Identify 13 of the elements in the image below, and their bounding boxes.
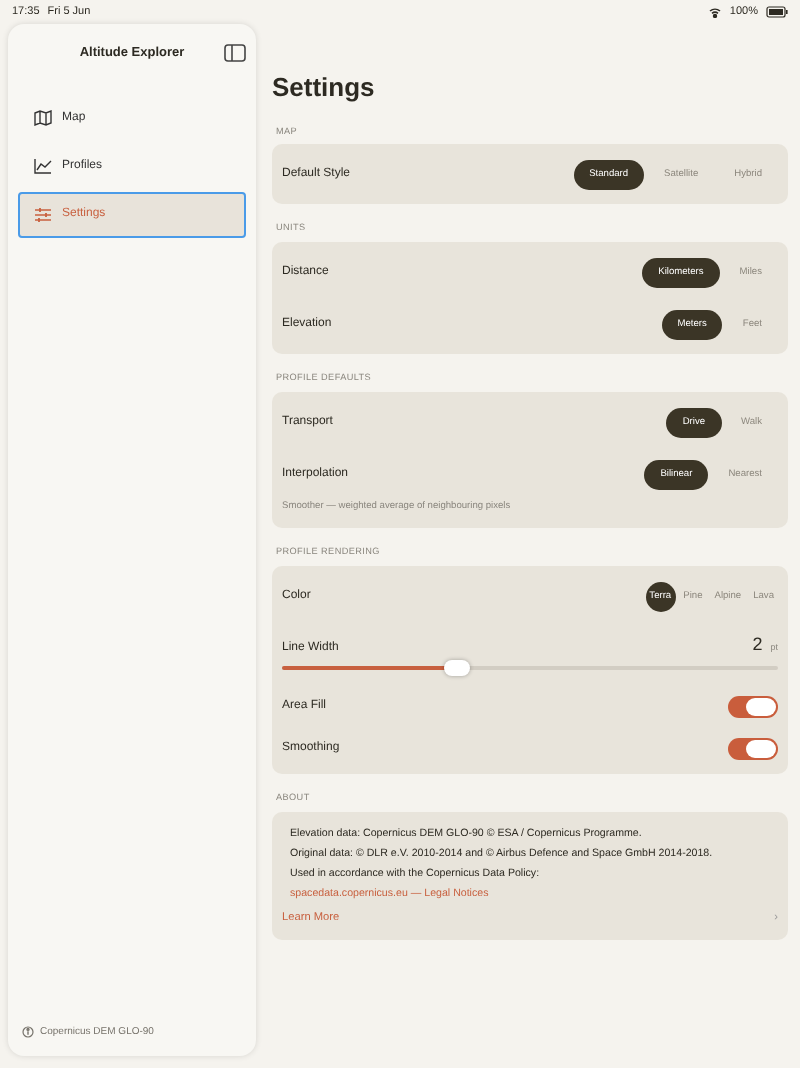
slider-thumb[interactable] [443,660,470,677]
page-title: Settings [272,70,377,106]
chart-icon [34,158,52,175]
wifi-icon [707,6,722,18]
map-icon [34,110,52,127]
sidebar-toggle-button[interactable] [224,44,246,63]
value-text: 2 [752,631,763,658]
battery-icon [766,6,788,18]
slider-track[interactable] [282,666,778,671]
info-icon [22,1026,34,1039]
toggle-switch[interactable] [728,738,778,761]
toggle-switch[interactable] [728,696,778,719]
sliders-icon [34,206,52,223]
